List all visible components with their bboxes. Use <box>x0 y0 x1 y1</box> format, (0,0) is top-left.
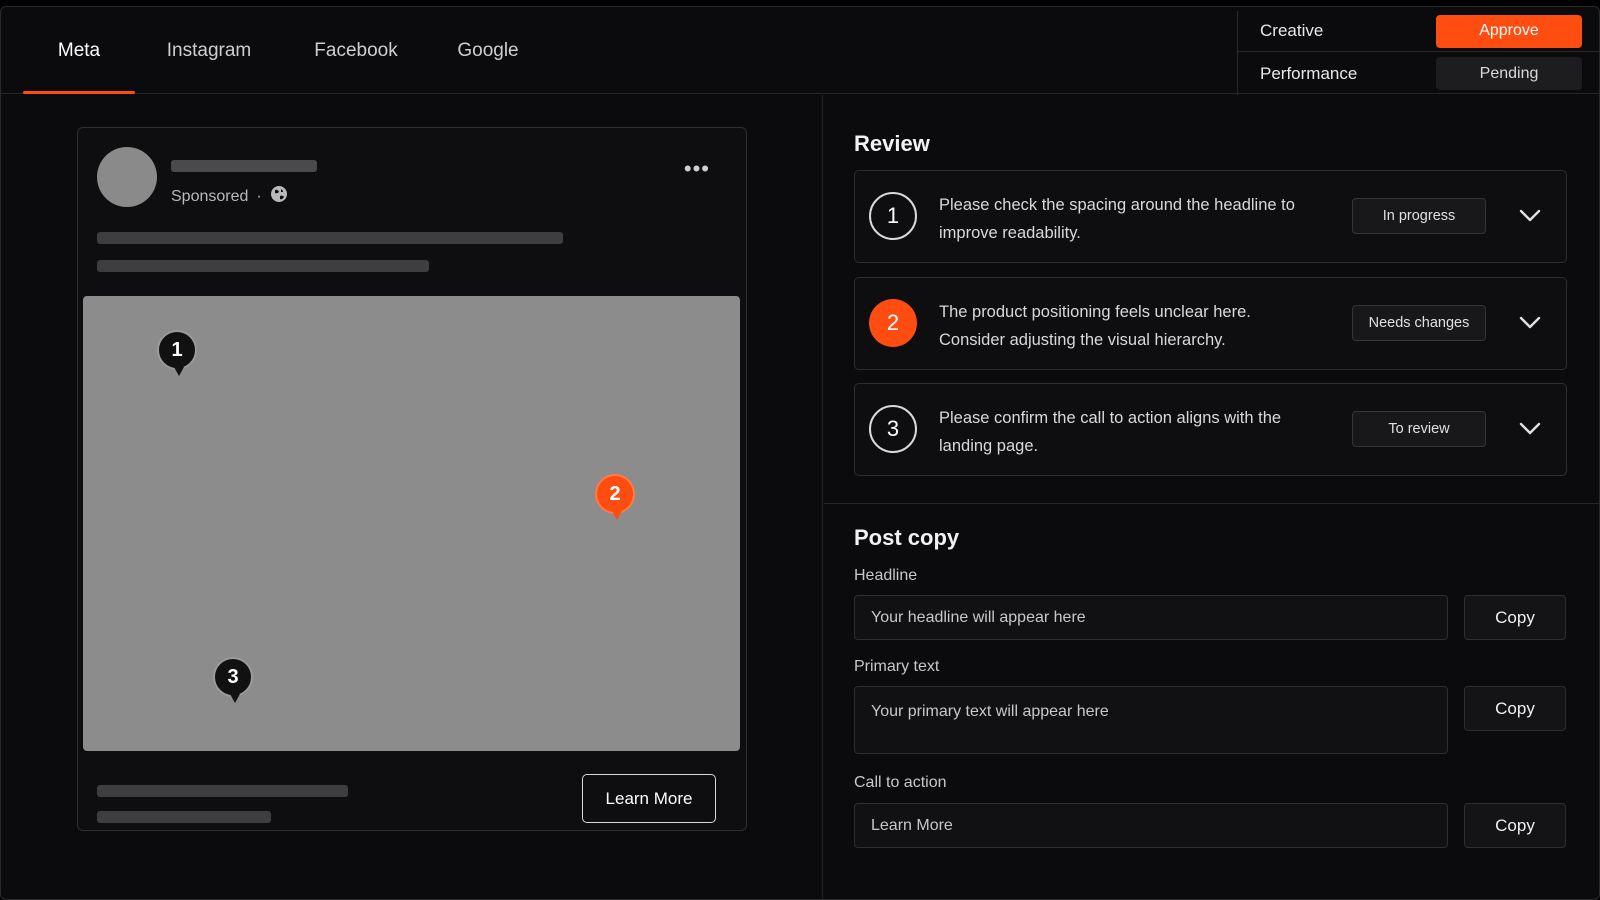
review-status-dropdown[interactable]: To review <box>1352 411 1486 447</box>
review-item-1[interactable]: 1 Please check the spacing around the he… <box>854 170 1567 263</box>
pending-status-button[interactable]: Pending <box>1436 57 1582 90</box>
performance-status-row: Performance Pending <box>1238 53 1599 94</box>
review-status-dropdown[interactable]: Needs changes <box>1352 305 1486 341</box>
tab-facebook[interactable]: Facebook <box>283 7 429 94</box>
section-divider <box>824 503 1599 504</box>
review-status-dropdown[interactable]: In progress <box>1352 198 1486 234</box>
primary-text-placeholder-line-1 <box>97 232 563 244</box>
headline-label: Headline <box>854 567 918 584</box>
review-number-badge: 3 <box>869 405 917 453</box>
performance-label: Performance <box>1260 63 1358 83</box>
call-to-action-label: Call to action <box>854 774 947 791</box>
review-item-2[interactable]: 2 The product positioning feels unclear … <box>854 277 1567 370</box>
tab-instagram[interactable]: Instagram <box>135 7 283 94</box>
tab-google[interactable]: Google <box>429 7 547 94</box>
chevron-down-icon[interactable] <box>1515 308 1545 338</box>
sponsored-label: Sponsored <box>171 187 249 205</box>
globe-icon <box>270 185 288 208</box>
account-name-placeholder <box>171 160 317 172</box>
separator-dot: · <box>256 187 262 205</box>
more-horizontal-icon[interactable]: ••• <box>684 158 710 180</box>
chevron-down-icon[interactable] <box>1515 414 1545 444</box>
approve-button[interactable]: Approve <box>1436 14 1582 48</box>
ad-creative-image[interactable]: 1 2 3 <box>83 296 740 751</box>
ad-preview-pane: Sponsored · ••• 1 2 3 Learn More <box>1 95 823 899</box>
learn-more-button[interactable]: Learn More <box>582 774 716 823</box>
review-number-badge: 1 <box>869 192 917 240</box>
comment-pin-3[interactable]: 3 <box>213 657 253 703</box>
platform-tabs: Meta Instagram Facebook Google <box>23 7 547 94</box>
review-title: Review <box>854 131 930 156</box>
description-placeholder-line <box>97 811 271 823</box>
primary-text-placeholder-line-2 <box>97 260 429 272</box>
review-comment-text: Please check the spacing around the head… <box>939 196 1295 242</box>
review-number-badge: 2 <box>869 299 917 347</box>
review-comment-text: The product positioning feels unclear he… <box>939 303 1251 349</box>
ad-post-card: Sponsored · ••• 1 2 3 Learn More <box>77 127 747 831</box>
review-item-3[interactable]: 3 Please confirm the call to action alig… <box>854 383 1567 476</box>
chevron-down-icon[interactable] <box>1515 201 1545 231</box>
primary-text-field[interactable]: Your primary text will appear here <box>854 686 1448 754</box>
approval-status-panel: Creative Approve Performance Pending <box>1237 11 1599 95</box>
top-bar: Meta Instagram Facebook Google Creative … <box>1 7 1599 95</box>
comment-pin-1[interactable]: 1 <box>157 330 197 376</box>
comment-pin-2[interactable]: 2 <box>595 474 635 520</box>
avatar <box>97 147 157 207</box>
post-copy-title: Post copy <box>854 525 960 550</box>
call-to-action-field[interactable]: Learn More <box>854 803 1448 848</box>
review-comment-text: Please confirm the call to action aligns… <box>939 409 1282 455</box>
creative-label: Creative <box>1260 21 1324 40</box>
copy-headline-button[interactable]: Copy <box>1464 595 1566 640</box>
copy-primary-text-button[interactable]: Copy <box>1464 686 1566 731</box>
creative-status-row: Creative Approve <box>1238 11 1599 52</box>
primary-text-label: Primary text <box>854 658 940 675</box>
review-pane: Review 1 Please check the spacing around… <box>824 95 1599 899</box>
headline-field[interactable]: Your headline will appear here <box>854 595 1448 640</box>
sponsored-row: Sponsored · <box>171 185 288 208</box>
tab-meta[interactable]: Meta <box>23 7 135 94</box>
copy-call-to-action-button[interactable]: Copy <box>1464 803 1566 848</box>
app-window: Meta Instagram Facebook Google Creative … <box>0 6 1600 900</box>
headline-placeholder-line <box>97 785 348 797</box>
